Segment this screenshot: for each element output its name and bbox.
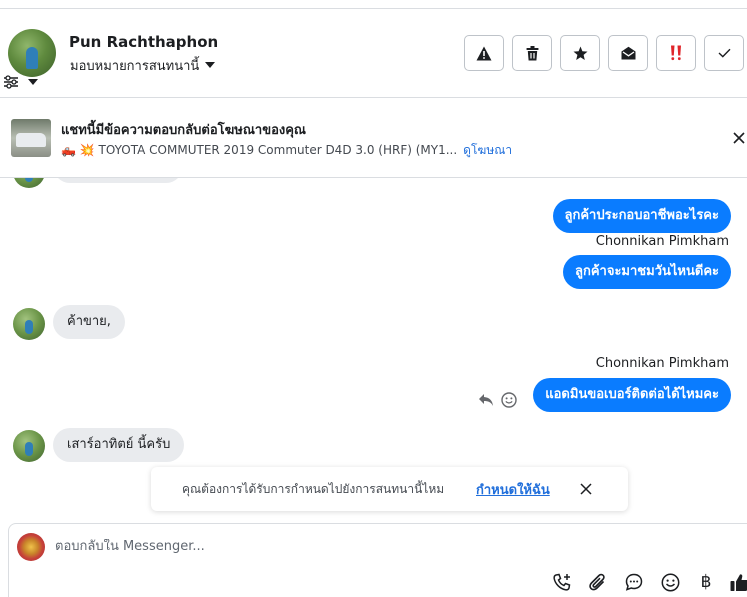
filter-sliders-icon[interactable] [3,75,19,89]
speech-bubble-icon [625,573,643,591]
contact-avatar-small [13,178,45,188]
sender-name: Chonnikan Pimkham [595,356,729,371]
attach-button[interactable] [588,572,608,592]
message-composer: ฿ [8,523,747,597]
conversation-header: Pun Rachthaphon มอบหมายการสนทนานี้ [0,9,747,98]
like-button[interactable] [730,572,747,592]
react-emoji-icon[interactable] [501,392,517,408]
sender-name: Chonnikan Pimkham [595,234,729,249]
close-icon[interactable] [579,482,593,496]
follow-up-button[interactable] [656,35,696,71]
thumbs-up-icon [730,573,747,591]
warning-icon [476,46,492,60]
assign-label: มอบหมายการสนทนานี้ [70,59,200,74]
report-button[interactable] [464,35,504,71]
contact-avatar-small [13,430,45,462]
delete-button[interactable] [512,35,552,71]
phone-plus-icon [552,573,570,591]
page-avatar [17,533,45,561]
assign-to-me-link[interactable]: กำหนดให้ฉัน [476,479,550,500]
chevron-down-icon [205,61,216,68]
contact-avatar-small [13,308,45,340]
saved-replies-button[interactable] [624,572,644,592]
message-bubble-incoming[interactable]: ค้าขาย, [53,305,125,339]
mark-unread-button[interactable] [608,35,648,71]
contact-avatar[interactable] [8,29,56,77]
star-button[interactable] [560,35,600,71]
mark-done-button[interactable] [704,35,744,71]
assign-prompt-question: คุณต้องการได้รับการกำหนดไปยังการสนทนานี้… [182,482,445,496]
ad-thumbnail[interactable] [11,119,51,157]
trash-icon [526,45,538,60]
payment-button[interactable]: ฿ [696,572,716,592]
baht-icon: ฿ [700,572,712,592]
message-bubble-outgoing[interactable]: ลูกค้าประกอบอาชีพอะไรคะ [552,199,731,233]
call-button[interactable] [552,572,572,592]
message-bubble-incoming[interactable]: เสาร์อาทิตย์ นี้ครับ [53,428,185,462]
star-icon [573,46,587,60]
conversation-actions [464,35,744,71]
ad-name: 🛻 💥 TOYOTA COMMUTER 2019 Commuter D4D 3.… [61,143,458,157]
contact-name[interactable]: Pun Rachthaphon [69,33,218,51]
message-bubble-outgoing[interactable]: แอดมินขอเบอร์ติดต่อได้ไหมคะ [533,378,731,412]
assign-conversation-dropdown[interactable]: มอบหมายการสนทนานี้ [70,55,216,76]
reply-input[interactable] [55,539,655,554]
assign-to-me-prompt: คุณต้องการได้รับการกำหนดไปยังการสนทนานี้… [151,467,628,511]
message-bubble-incoming-clipped [53,178,183,183]
ad-banner-title: แชทนี้มีข้อความตอบกลับต่อโฆษณาของคุณ [61,123,306,138]
emoji-button[interactable] [660,572,680,592]
close-icon[interactable] [732,131,746,145]
check-icon [718,48,731,58]
ad-banner-subtitle: 🛻 💥 TOYOTA COMMUTER 2019 Commuter D4D 3.… [61,141,512,160]
view-ad-link[interactable]: ดูโฆษณา [463,143,512,157]
paperclip-icon [589,573,605,590]
envelope-open-icon [621,46,635,60]
smiley-icon [661,573,679,591]
message-bubble-outgoing[interactable]: ลูกค้าจะมาชมวันไหนดีคะ [563,255,731,289]
double-exclamation-icon [671,45,681,61]
inbox-conversation-view: Pun Rachthaphon มอบหมายการสนทนานี้ แชทนี… [0,0,747,597]
filter-dropdown-caret-icon[interactable] [28,79,38,85]
reply-icon[interactable] [478,393,494,407]
ad-reply-banner: แชทนี้มีข้อความตอบกลับต่อโฆษณาของคุณ 🛻 💥… [0,98,747,178]
